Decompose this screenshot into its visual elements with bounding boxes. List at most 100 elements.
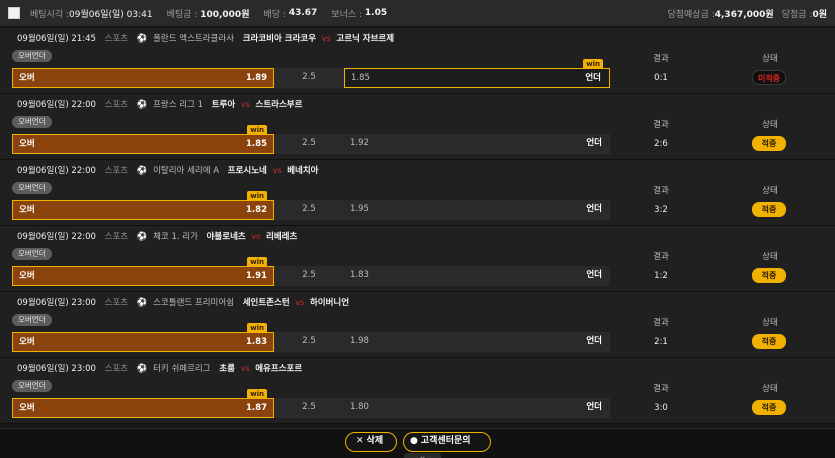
home-team: 크라코비아 크라코우 — [242, 34, 317, 44]
under-label: 언더 — [586, 336, 602, 346]
bet-time: 09월06일(일) 03:41 — [69, 9, 153, 20]
home-team: 야블로네츠 — [206, 232, 246, 242]
person-icon: ● — [410, 436, 418, 446]
under-option[interactable]: 1.95 언더 — [344, 200, 610, 220]
over-option[interactable]: 오버 1.87 win — [12, 389, 274, 418]
match-row: 09월06일(일) 22:00 스포츠 ⚽ 프랑스 리그 1 트루아 vs 스트… — [0, 94, 835, 160]
result-header: 결과 — [653, 54, 669, 64]
line-value: 2.5 — [302, 402, 316, 412]
status-badge: 미적중 — [752, 70, 786, 85]
bet-amount-label: 베팅금 : — [166, 9, 198, 20]
league-name: 스코틀랜드 프리미어쉽 — [153, 298, 235, 308]
status-badge: 적중 — [752, 334, 786, 349]
won-amount: 0원 — [812, 9, 827, 20]
select-checkbox[interactable] — [8, 7, 20, 19]
match-datetime: 09월06일(일) 23:00 — [17, 298, 96, 308]
line-value: 2.5 — [302, 336, 316, 346]
over-option[interactable]: 오버 1.82 win — [12, 191, 274, 220]
under-odds: 1.83 — [350, 270, 369, 280]
market-tag: 오버언더 — [12, 248, 52, 260]
match-score: 2:6 — [654, 139, 668, 149]
under-odds: 1.85 — [351, 73, 370, 83]
over-option[interactable]: 오버 1.83 win — [12, 323, 274, 352]
odds-row: 오버 1.82 win 2.5 1.95 언더 — [12, 191, 610, 220]
vs-label: vs — [295, 298, 305, 307]
under-option[interactable]: 1.80 언더 — [344, 398, 610, 418]
sport-label: 스포츠 — [104, 232, 129, 242]
match-header: 09월06일(일) 21:45 스포츠 ⚽ 폴란드 엑스트라클라사 크라코비아 … — [17, 32, 394, 44]
over-label: 오버 — [19, 205, 35, 215]
bet-summary-bar: 베팅시각 : 09월06일(일) 03:41 베팅금 : 100,000원 배당… — [0, 0, 835, 27]
home-team: 프로시노네 — [227, 166, 267, 176]
over-odds: 1.82 — [246, 205, 267, 215]
away-team: 에유프스포르 — [255, 364, 303, 374]
sport-label: 스포츠 — [104, 100, 129, 110]
under-odds: 1.80 — [350, 402, 369, 412]
match-score: 1:2 — [654, 271, 668, 281]
odds-row: 오버 1.83 win 2.5 1.98 언더 — [12, 323, 610, 352]
status-badge: 적중 — [752, 202, 786, 217]
home-team: 초룸 — [219, 364, 235, 374]
match-header: 09월06일(일) 22:00 스포츠 ⚽ 프랑스 리그 1 트루아 vs 스트… — [17, 98, 302, 110]
under-odds: 1.92 — [350, 138, 369, 148]
match-score: 0:1 — [654, 73, 668, 83]
over-option[interactable]: 오버 1.85 win — [12, 125, 274, 154]
customer-center-button[interactable]: ● 고객센터문의 — [403, 432, 491, 452]
match-datetime: 09월06일(일) 22:00 — [17, 100, 96, 110]
soccer-ball-icon: ⚽ — [136, 34, 148, 44]
over-label: 오버 — [19, 403, 35, 413]
under-option[interactable]: 1.98 언더 — [344, 332, 610, 352]
vs-label: vs — [272, 166, 282, 175]
under-label: 언더 — [586, 204, 602, 214]
market-tag: 오버언더 — [12, 314, 52, 326]
away-team: 리베레츠 — [266, 232, 298, 242]
status-header: 상태 — [762, 186, 778, 196]
under-option[interactable]: 1.85 언더 win — [344, 59, 610, 88]
line-value: 2.5 — [302, 270, 316, 280]
soccer-ball-icon: ⚽ — [136, 364, 148, 374]
market-tag: 오버언더 — [12, 50, 52, 62]
under-label: 언더 — [586, 402, 602, 412]
collapse-handle[interactable]: ︿ — [404, 453, 441, 458]
status-header: 상태 — [762, 318, 778, 328]
line-value: 2.5 — [302, 138, 316, 148]
customer-center-label: 고객센터문의 — [420, 436, 471, 446]
under-option[interactable]: 1.92 언더 — [344, 134, 610, 154]
over-label: 오버 — [19, 73, 35, 83]
delete-button[interactable]: ✕ 삭제 — [345, 432, 397, 452]
home-team: 세인트존스턴 — [242, 298, 290, 308]
league-name: 체코 1. 리가 — [153, 232, 198, 242]
bonus-value: 1.05 — [364, 8, 388, 18]
match-row: 09월06일(일) 22:00 스포츠 ⚽ 이탈리아 세리에 A 프로시노네 v… — [0, 160, 835, 226]
win-badge: win — [247, 125, 267, 135]
under-label: 언더 — [586, 138, 602, 148]
away-team: 베네치아 — [287, 166, 319, 176]
result-header: 결과 — [653, 318, 669, 328]
result-header: 결과 — [653, 186, 669, 196]
status-header: 상태 — [762, 54, 778, 64]
chevron-up-icon: ︿ — [419, 452, 426, 458]
sport-label: 스포츠 — [104, 298, 129, 308]
sport-label: 스포츠 — [104, 166, 129, 176]
won-label: 당첨금 : — [781, 9, 813, 20]
status-badge: 적중 — [752, 268, 786, 283]
over-option[interactable]: 오버 1.89 — [12, 68, 274, 88]
odds-row: 오버 1.91 win 2.5 1.83 언더 — [12, 257, 610, 286]
over-label: 오버 — [19, 139, 35, 149]
match-score: 3:2 — [654, 205, 668, 215]
close-icon: ✕ — [356, 436, 364, 446]
under-option[interactable]: 1.83 언더 — [344, 266, 610, 286]
over-odds: 1.85 — [246, 139, 267, 149]
over-option[interactable]: 오버 1.91 win — [12, 257, 274, 286]
status-header: 상태 — [762, 120, 778, 130]
over-odds: 1.87 — [246, 403, 267, 413]
result-header: 결과 — [653, 384, 669, 394]
under-odds: 1.95 — [350, 204, 369, 214]
over-label: 오버 — [19, 337, 35, 347]
match-header: 09월06일(일) 22:00 스포츠 ⚽ 이탈리아 세리에 A 프로시노네 v… — [17, 164, 318, 176]
market-tag: 오버언더 — [12, 182, 52, 194]
line-value: 2.5 — [302, 72, 316, 82]
status-badge: 적중 — [752, 136, 786, 151]
line-value: 2.5 — [302, 204, 316, 214]
match-datetime: 09월06일(일) 22:00 — [17, 232, 96, 242]
